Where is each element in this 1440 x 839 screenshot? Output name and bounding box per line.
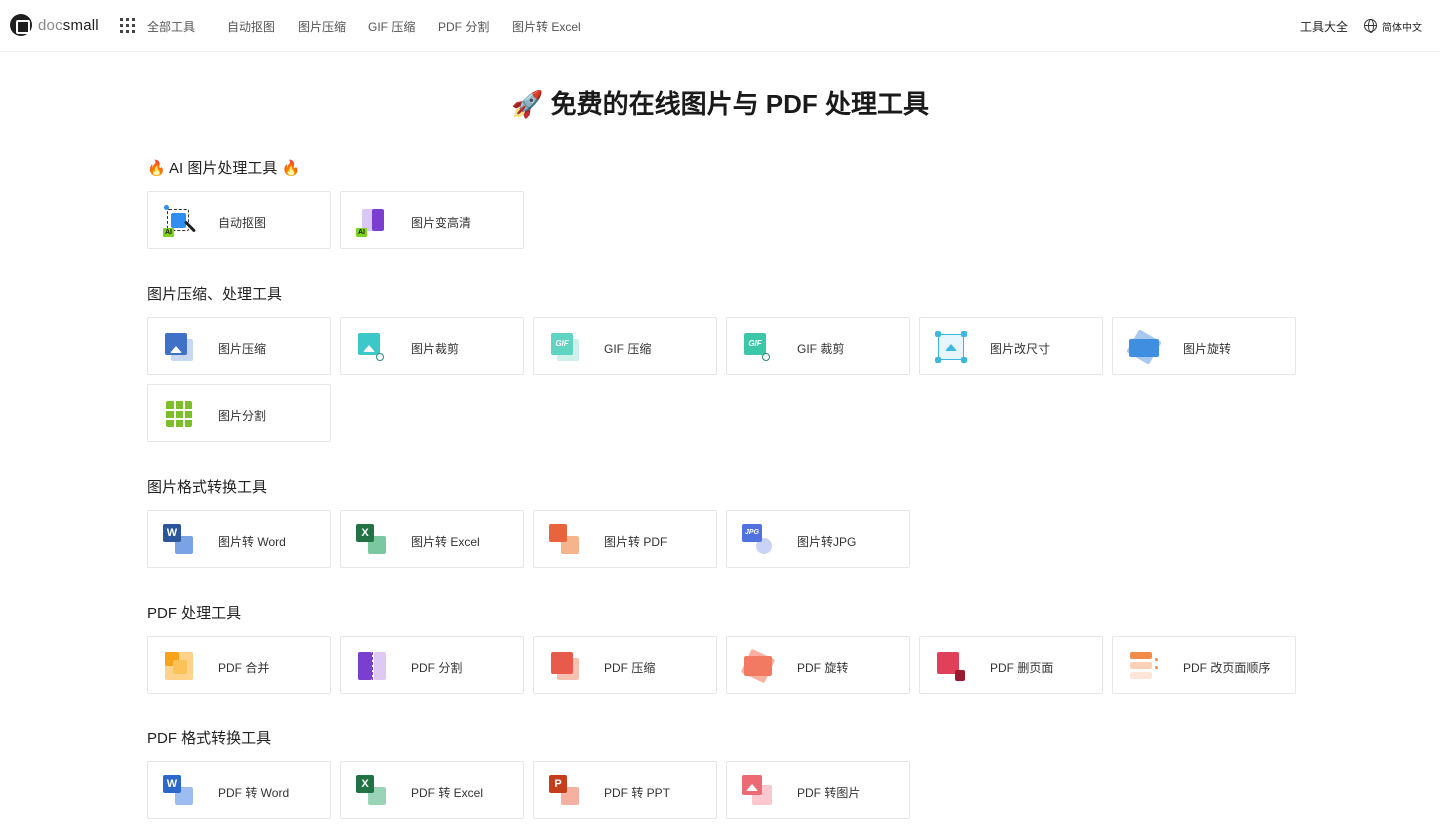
tool-card-image-rotate[interactable]: 图片旋转 [1112,317,1296,375]
docsmall-logo[interactable]: docsmall [10,14,99,36]
globe-icon[interactable] [1364,19,1377,33]
tool-card-auto-cutout[interactable]: AI 自动抠图 [147,191,331,249]
pdf-rotate-icon [740,648,776,684]
pdf-merge-icon [163,650,195,682]
image-rotate-icon [1126,329,1162,365]
pdf-to-excel-icon: X [356,775,388,807]
pdf-to-image-icon [742,775,774,807]
tool-card-image-to-jpg[interactable]: JPG 图片转JPG [726,510,910,568]
tool-label: 图片转 Excel [411,535,480,549]
tool-label: PDF 合并 [218,661,270,675]
tool-label: PDF 分割 [411,661,463,675]
nav-link-image-compress[interactable]: 图片压缩 [298,18,346,35]
tool-card-image-to-excel[interactable]: X 图片转 Excel [340,510,524,568]
tool-label: 图片转 Word [218,535,286,549]
tool-card-image-resize[interactable]: 图片改尺寸 [919,317,1103,375]
nav-link-gif-compress[interactable]: GIF 压缩 [368,18,415,35]
tool-label: PDF 转 Word [218,786,290,800]
pdf-delete-page-icon [935,650,967,682]
nav-link-pdf-split[interactable]: PDF 分割 [438,18,489,35]
gif-crop-icon: GIF [742,331,774,363]
tool-card-ai-enhance[interactable]: AI 图片变高清 [340,191,524,249]
apps-grid-icon[interactable] [120,18,135,33]
image-split-icon [163,398,195,430]
section-title-image: 图片压缩、处理工具 [147,286,283,303]
ai-enhance-icon: AI [356,205,388,237]
tool-card-image-crop[interactable]: 图片裁剪 [340,317,524,375]
pdf-to-ppt-icon: P [549,775,581,807]
tool-label: 图片压缩 [218,342,267,356]
tool-card-gif-crop[interactable]: GIF GIF 裁剪 [726,317,910,375]
tool-label: PDF 删页面 [990,661,1054,675]
tool-label: PDF 压缩 [604,661,656,675]
tool-label: PDF 改页面顺序 [1183,661,1271,675]
pdf-compress-icon [549,650,581,682]
tool-card-pdf-to-image[interactable]: PDF 转图片 [726,761,910,819]
tool-label: GIF 裁剪 [797,342,845,356]
tools-directory-link[interactable]: 工具大全 [1300,18,1348,35]
tool-label: GIF 压缩 [604,342,652,356]
tool-label: 图片裁剪 [411,342,460,356]
image-to-pdf-icon [549,524,581,556]
gif-compress-icon: GIF [549,331,581,363]
nav-link-image-to-excel[interactable]: 图片转 Excel [512,18,581,35]
logo-text: docsmall [38,16,99,34]
pdf-split-icon [356,650,388,682]
tool-label: 图片分割 [218,409,267,423]
tool-card-pdf-split[interactable]: PDF 分割 [340,636,524,694]
tool-card-image-to-pdf[interactable]: 图片转 PDF [533,510,717,568]
image-to-word-icon: W [163,524,195,556]
tool-label: 图片转JPG [797,535,857,549]
section-title-pdf-convert: PDF 格式转换工具 [147,730,272,747]
tool-label: 图片转 PDF [604,535,668,549]
tool-label: PDF 转图片 [797,786,861,800]
tool-label: PDF 转 PPT [604,786,671,800]
section-title-image-convert: 图片格式转换工具 [147,479,268,496]
tool-label: 图片变高清 [411,216,472,230]
tool-card-pdf-merge[interactable]: PDF 合并 [147,636,331,694]
tool-card-pdf-to-excel[interactable]: X PDF 转 Excel [340,761,524,819]
tool-card-image-split[interactable]: 图片分割 [147,384,331,442]
image-resize-icon [935,331,967,363]
page-title: 🚀 免费的在线图片与 PDF 处理工具 [510,89,930,119]
tool-card-pdf-to-ppt[interactable]: P PDF 转 PPT [533,761,717,819]
tool-label: 图片改尺寸 [990,342,1051,356]
image-compress-icon [163,331,195,363]
tool-card-image-compress[interactable]: 图片压缩 [147,317,331,375]
top-nav-bar: docsmall 全部工具 自动抠图 图片压缩 GIF 压缩 PDF 分割 图片… [0,0,1440,52]
tool-label: 自动抠图 [218,216,267,230]
section-title-pdf: PDF 处理工具 [147,605,242,622]
nav-all-tools[interactable]: 全部工具 [147,18,195,35]
tool-label: 图片旋转 [1183,342,1232,356]
image-crop-icon [356,331,388,363]
image-to-excel-icon: X [356,524,388,556]
tool-card-image-to-word[interactable]: W 图片转 Word [147,510,331,568]
language-selector[interactable]: 简体中文 [1382,19,1422,34]
pdf-to-word-icon: W [163,775,195,807]
section-title-ai: 🔥 AI 图片处理工具 🔥 [147,160,301,177]
tool-card-gif-compress[interactable]: GIF GIF 压缩 [533,317,717,375]
tool-card-pdf-compress[interactable]: PDF 压缩 [533,636,717,694]
tool-card-pdf-rotate[interactable]: PDF 旋转 [726,636,910,694]
tool-card-pdf-to-word[interactable]: W PDF 转 Word [147,761,331,819]
logo-icon [10,14,32,36]
pdf-reorder-icon [1128,650,1160,682]
tool-card-pdf-delete-page[interactable]: PDF 删页面 [919,636,1103,694]
tool-label: PDF 旋转 [797,661,849,675]
ai-cutout-icon: AI [163,205,197,237]
image-to-jpg-icon: JPG [742,524,774,556]
tool-label: PDF 转 Excel [411,786,484,800]
tool-card-pdf-reorder[interactable]: PDF 改页面顺序 [1112,636,1296,694]
nav-link-auto-cutout[interactable]: 自动抠图 [227,18,275,35]
